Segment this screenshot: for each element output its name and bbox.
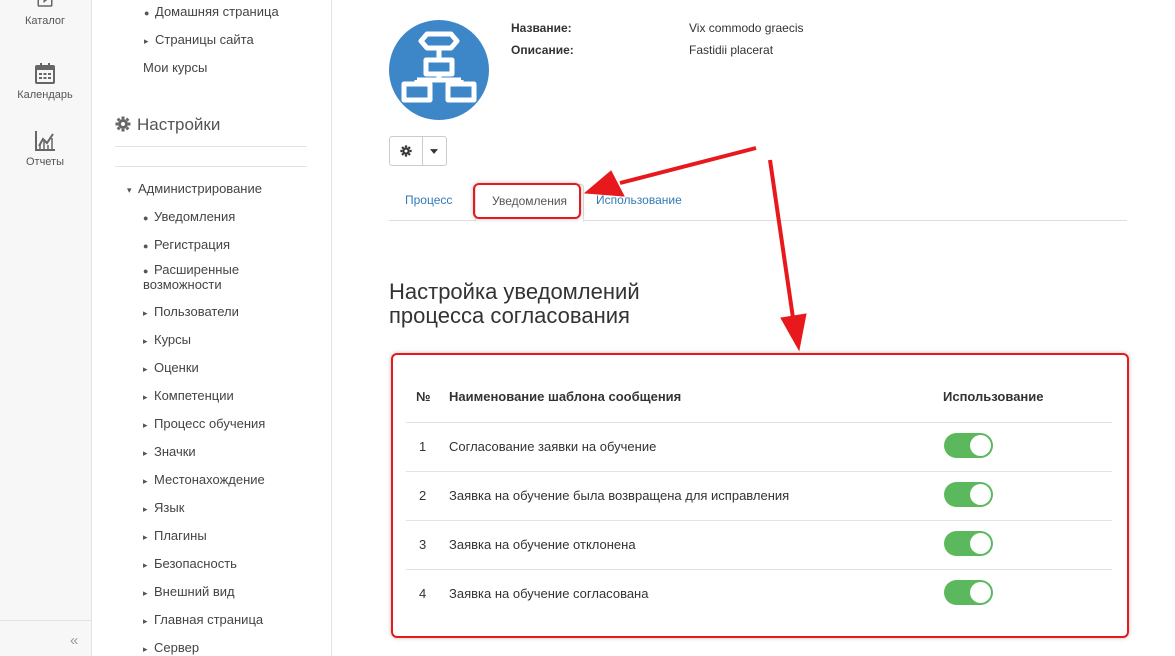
nav-item-home[interactable]: ● Домашняя страница bbox=[144, 4, 279, 19]
nav-item-security[interactable]: ▸ Безопасность bbox=[143, 556, 237, 571]
collapse-arrow-icon: ▾ bbox=[127, 185, 132, 195]
bullet-icon: ● bbox=[144, 8, 150, 18]
nav-item-front-page[interactable]: ▸ Главная страница bbox=[143, 612, 263, 627]
nav-item-location[interactable]: ▸ Местонахождение bbox=[143, 472, 265, 487]
nav-item-registration[interactable]: ● Регистрация bbox=[143, 237, 230, 252]
nav-item-label: Плагины bbox=[154, 528, 207, 543]
nav-item-label: Пользователи bbox=[154, 304, 239, 319]
nav-item-label: Местонахождение bbox=[154, 472, 265, 487]
nav-item-advanced-features[interactable]: ● Расширенные возможности bbox=[143, 263, 239, 291]
reports-chart-icon bbox=[35, 131, 55, 151]
settings-heading-label: Настройки bbox=[137, 115, 221, 134]
nav-item-label: Домашняя страница bbox=[155, 4, 279, 19]
rail-calendar[interactable]: Календарь bbox=[0, 62, 90, 101]
name-label: Название: bbox=[511, 21, 572, 35]
page: Каталог Календарь Отчеты « ● Домашняя ст… bbox=[0, 0, 1175, 656]
nav-item-label: Сервер bbox=[154, 640, 200, 655]
navigation-panel: ● Домашняя страница ▸ Страницы сайта Мои к… bbox=[92, 0, 332, 656]
expand-arrow-icon: ▸ bbox=[143, 336, 148, 346]
expand-arrow-icon: ▸ bbox=[144, 36, 149, 46]
highlight-box-table bbox=[391, 353, 1129, 638]
settings-button[interactable] bbox=[390, 137, 423, 165]
expand-arrow-icon: ▸ bbox=[143, 616, 148, 626]
nav-item-learning-process[interactable]: ▸ Процесс обучения bbox=[143, 416, 265, 431]
nav-item-courses[interactable]: ▸ Курсы bbox=[143, 332, 191, 347]
highlight-box-tab bbox=[473, 183, 581, 219]
nav-divider bbox=[115, 146, 307, 147]
nav-item-plugins[interactable]: ▸ Плагины bbox=[143, 528, 207, 543]
nav-item-label: Процесс обучения bbox=[154, 416, 266, 431]
page-title-line-2: процесса согласования bbox=[389, 303, 630, 328]
rail-calendar-label: Календарь bbox=[17, 89, 73, 101]
nav-item-site-pages[interactable]: ▸ Страницы сайта bbox=[144, 32, 254, 47]
description-value: Fastidii placerat bbox=[689, 43, 774, 57]
collapse-sidebar-icon[interactable]: « bbox=[70, 632, 78, 649]
nav-item-label: Администрирование bbox=[138, 181, 262, 196]
rail-reports[interactable]: Отчеты bbox=[0, 129, 90, 168]
nav-item-label: Язык bbox=[154, 500, 185, 515]
nav-item-label: Безопасность bbox=[154, 556, 237, 571]
expand-arrow-icon: ▸ bbox=[143, 504, 148, 514]
nav-item-notifications[interactable]: ● Уведомления bbox=[143, 209, 235, 224]
workflow-diagram-icon bbox=[401, 31, 477, 103]
nav-item-badges[interactable]: ▸ Значки bbox=[143, 444, 196, 459]
nav-item-label: Компетенции bbox=[154, 388, 234, 403]
nav-item-language[interactable]: ▸ Язык bbox=[143, 500, 184, 515]
rail-catalog-label: Каталог bbox=[25, 15, 65, 27]
nav-item-label: Уведомления bbox=[154, 209, 236, 224]
nav-item-my-courses[interactable]: Мои курсы bbox=[143, 60, 207, 75]
nav-item-users[interactable]: ▸ Пользователи bbox=[143, 304, 239, 319]
settings-heading: Настройки bbox=[115, 115, 220, 135]
rail-catalog[interactable]: Каталог bbox=[0, 0, 90, 27]
icon-rail: Каталог Календарь Отчеты « bbox=[0, 0, 92, 656]
expand-arrow-icon: ▸ bbox=[143, 364, 148, 374]
nav-item-label: Курсы bbox=[154, 332, 192, 347]
expand-arrow-icon: ▸ bbox=[143, 392, 148, 402]
dropdown-toggle-button[interactable] bbox=[423, 137, 446, 165]
nav-item-label-continued: возможности bbox=[143, 277, 222, 292]
expand-arrow-icon: ▸ bbox=[143, 532, 148, 542]
name-value: Vix commodo graecis bbox=[689, 21, 804, 35]
expand-arrow-icon: ▸ bbox=[143, 308, 148, 318]
caret-down-icon bbox=[430, 149, 438, 154]
nav-item-label: Главная страница bbox=[154, 612, 264, 627]
workflow-logo bbox=[389, 20, 489, 120]
nav-item-grades[interactable]: ▸ Оценки bbox=[143, 360, 199, 375]
gear-icon bbox=[115, 116, 131, 132]
nav-item-server[interactable]: ▸ Сервер bbox=[143, 640, 199, 655]
nav-item-label: Расширенные bbox=[154, 262, 240, 277]
expand-arrow-icon: ▸ bbox=[143, 560, 148, 570]
expand-arrow-icon: ▸ bbox=[143, 588, 148, 598]
tab-usage[interactable]: Использование bbox=[580, 184, 698, 221]
rail-reports-label: Отчеты bbox=[25, 156, 65, 168]
expand-arrow-icon: ▸ bbox=[143, 420, 148, 430]
nav-item-label: Внешний вид bbox=[154, 584, 235, 599]
expand-arrow-icon: ▸ bbox=[143, 476, 148, 486]
page-title-line-1: Настройка уведомлений bbox=[389, 279, 640, 304]
nav-item-administration[interactable]: ▾ Администрирование bbox=[127, 181, 262, 196]
catalog-icon bbox=[37, 0, 53, 7]
calendar-icon bbox=[35, 63, 55, 84]
bullet-icon: ● bbox=[143, 241, 149, 251]
nav-item-competencies[interactable]: ▸ Компетенции bbox=[143, 388, 234, 403]
nav-item-label: Мои курсы bbox=[143, 60, 208, 75]
expand-arrow-icon: ▸ bbox=[143, 644, 148, 654]
page-title: Настройка уведомлений процесса согласова… bbox=[389, 280, 640, 328]
actions-button-group bbox=[389, 136, 447, 166]
nav-divider bbox=[115, 166, 307, 167]
nav-item-label: Регистрация bbox=[154, 237, 230, 252]
gear-icon bbox=[400, 145, 412, 157]
nav-item-label: Значки bbox=[154, 444, 196, 459]
nav-item-label: Оценки bbox=[154, 360, 199, 375]
description-label: Описание: bbox=[511, 43, 574, 57]
bullet-icon: ● bbox=[143, 213, 149, 223]
expand-arrow-icon: ▸ bbox=[143, 448, 148, 458]
nav-item-label: Страницы сайта bbox=[155, 32, 254, 47]
tab-process[interactable]: Процесс bbox=[389, 184, 468, 221]
nav-item-appearance[interactable]: ▸ Внешний вид bbox=[143, 584, 235, 599]
